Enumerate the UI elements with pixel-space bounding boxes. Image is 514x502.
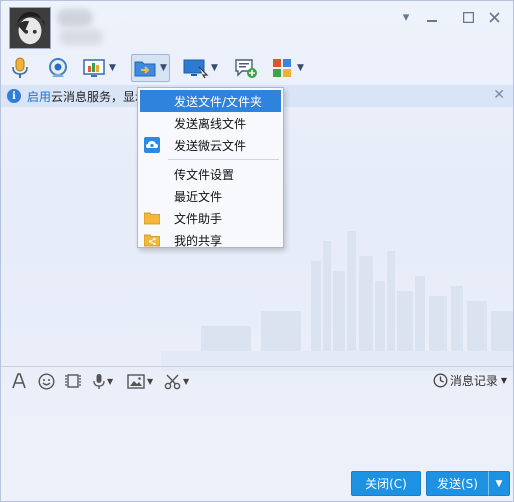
font-icon: [12, 373, 26, 389]
title-bar: ▾: [1, 1, 513, 51]
menu-item-label: 发送离线文件: [174, 116, 247, 131]
menu-item-send-file-folder[interactable]: 发送文件/文件夹: [140, 90, 281, 112]
signature-blurred: [59, 29, 103, 45]
chevron-down-icon[interactable]: ▼: [297, 63, 304, 73]
message-add-icon: [233, 55, 259, 81]
chat-toolbar: ▼ ▼ ▼ ▼: [1, 51, 513, 85]
microphone-icon: [7, 55, 33, 81]
chevron-down-icon[interactable]: ▼: [183, 377, 189, 386]
group-chat-invite-button[interactable]: [233, 54, 259, 82]
menu-item-label: 文件助手: [174, 211, 223, 226]
gif-button[interactable]: [64, 372, 82, 390]
chevron-down-icon: ▼: [500, 376, 507, 385]
weiyun-cloud-icon: [144, 137, 160, 153]
chevron-down-icon[interactable]: ▼: [109, 63, 116, 73]
font-button[interactable]: [11, 372, 27, 390]
folder-icon: [144, 210, 160, 226]
remote-desktop-button[interactable]: ▼: [81, 54, 116, 82]
screenshot-button[interactable]: ▼: [183, 54, 218, 82]
image-button[interactable]: ▼: [127, 372, 153, 390]
chevron-down-icon[interactable]: ▼: [147, 377, 153, 386]
menu-item-label: 我的共享: [174, 233, 223, 248]
send-options-button[interactable]: ▼: [488, 471, 510, 496]
screenshot-monitor-icon: [183, 55, 209, 81]
info-icon: i: [7, 89, 21, 103]
menu-item-send-offline-file[interactable]: 发送离线文件: [138, 112, 283, 134]
close-icon: [488, 11, 500, 23]
menu-item-label: 发送文件/文件夹: [174, 94, 263, 109]
nickname-blurred: [57, 9, 93, 27]
scissors-icon: [164, 374, 181, 389]
chat-window: ▾ ▼ ▼ ▼ ▼ i 启用 云消息服务，显示 ✕ 发送文件/文件夹 发送离线文…: [0, 0, 514, 502]
menu-item-label: 传文件设置: [174, 167, 235, 182]
close-notice-button[interactable]: ✕: [493, 87, 505, 103]
share-folder-icon: [144, 232, 160, 248]
apps-button[interactable]: ▼: [269, 54, 304, 82]
chevron-down-icon[interactable]: ▼: [160, 63, 167, 73]
menu-separator: [168, 159, 279, 160]
video-call-button[interactable]: [45, 54, 71, 82]
input-toolbar: ▼ ▼ ▼ 消息记录 ▼: [1, 368, 513, 394]
menu-item-file-assistant[interactable]: 文件助手: [138, 207, 283, 229]
input-divider: [1, 366, 513, 367]
send-file-button[interactable]: ▼: [131, 54, 170, 82]
notice-text: 云消息服务，显示: [51, 89, 148, 104]
chevron-down-icon[interactable]: ▼: [211, 63, 218, 73]
avatar[interactable]: [9, 7, 51, 49]
smiley-icon: [38, 372, 55, 390]
screen-share-icon: [81, 55, 107, 81]
chevron-down-icon[interactable]: ▼: [107, 377, 113, 386]
enable-link[interactable]: 启用: [27, 88, 51, 105]
close-window-button[interactable]: [483, 7, 505, 27]
menu-item-send-weiyun-file[interactable]: 发送微云文件: [138, 134, 283, 156]
maximize-icon: [462, 11, 474, 23]
microphone-icon: [93, 373, 105, 389]
send-button[interactable]: 发送(S): [426, 471, 488, 496]
screenshot-tool-button[interactable]: ▼: [164, 372, 189, 390]
menu-item-file-transfer-settings[interactable]: 传文件设置: [138, 163, 283, 185]
dropdown-menu-button[interactable]: ▾: [395, 7, 417, 27]
menu-item-my-share[interactable]: 我的共享: [138, 229, 283, 251]
voice-message-button[interactable]: ▼: [93, 372, 113, 390]
emoji-button[interactable]: [38, 372, 55, 390]
apps-grid-icon: [269, 55, 295, 81]
menu-item-recent-files[interactable]: 最近文件: [138, 185, 283, 207]
menu-item-label: 最近文件: [174, 189, 223, 204]
webcam-icon: [45, 55, 71, 81]
voice-call-button[interactable]: [7, 54, 33, 82]
message-history-button[interactable]: 消息记录 ▼: [433, 372, 507, 389]
menu-item-label: 发送微云文件: [174, 138, 247, 153]
maximize-button[interactable]: [457, 7, 479, 27]
send-file-icon: [132, 55, 158, 81]
image-icon: [127, 373, 145, 389]
history-label: 消息记录: [449, 374, 498, 388]
film-strip-icon: [65, 374, 81, 388]
minimize-icon: [427, 20, 437, 22]
clock-icon: [433, 373, 448, 388]
send-file-menu: 发送文件/文件夹 发送离线文件 发送微云文件 传文件设置 最近文件 文件助手 我…: [137, 87, 284, 248]
minimize-button[interactable]: [421, 7, 443, 27]
close-button[interactable]: 关闭(C): [351, 471, 421, 496]
